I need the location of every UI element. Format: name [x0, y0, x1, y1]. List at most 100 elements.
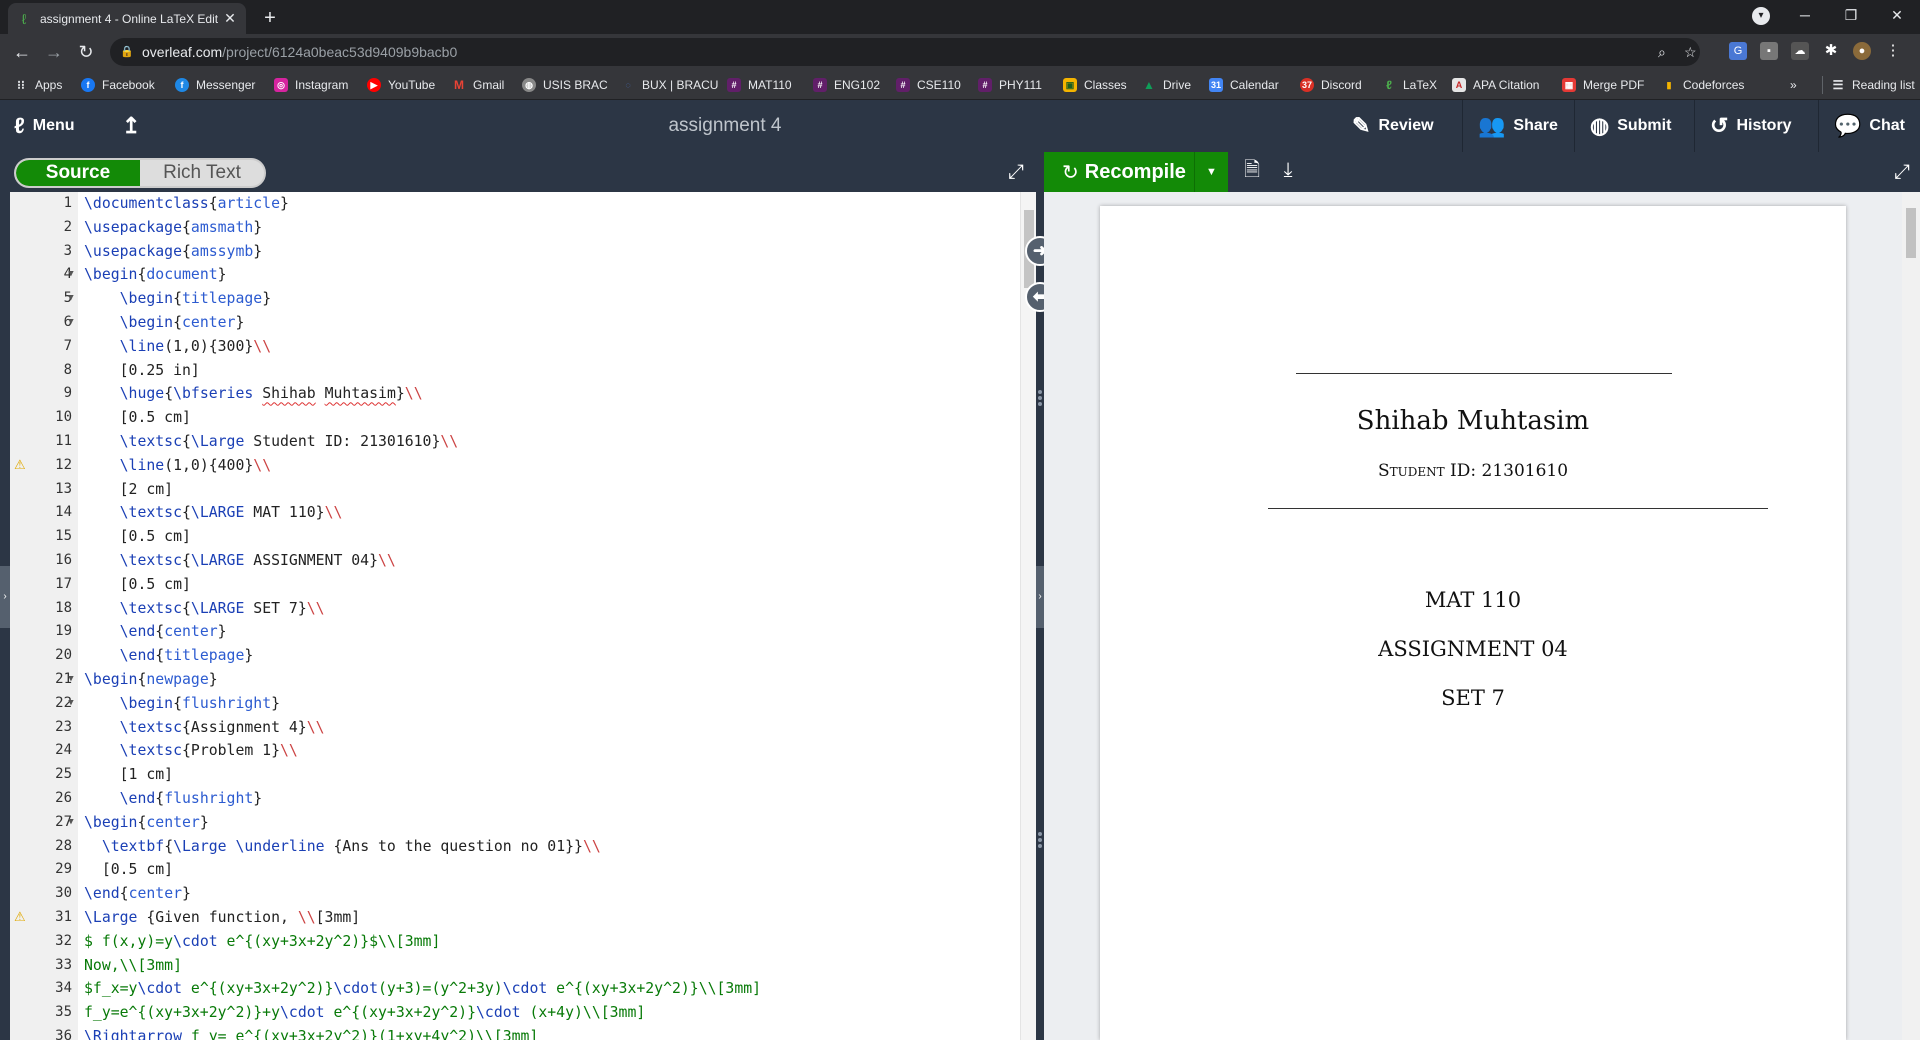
- fold-toggle-icon[interactable]: ▼: [64, 668, 78, 692]
- bookmark-phy111[interactable]: # PHY111: [978, 76, 1042, 94]
- code-line[interactable]: 17 [0.5 cm]: [10, 573, 1020, 597]
- project-title[interactable]: assignment 4: [620, 100, 830, 152]
- toggle-pdf-pane-icon[interactable]: ›: [1036, 566, 1044, 628]
- close-window-icon[interactable]: ✕: [1874, 0, 1920, 30]
- recompile-options-caret-icon[interactable]: ▼: [1194, 152, 1228, 192]
- minimize-icon[interactable]: ─: [1782, 0, 1828, 30]
- bookmark-codeforces[interactable]: ▮ Codeforces: [1662, 76, 1745, 94]
- code-line[interactable]: 10 [0.5 cm]: [10, 406, 1020, 430]
- submit-button[interactable]: ◍ Submit: [1590, 100, 1671, 152]
- code-line[interactable]: 14 \textsc{\LARGE MAT 110}\\: [10, 501, 1020, 525]
- expand-pdf-icon[interactable]: ⤢: [1890, 160, 1914, 184]
- code-line[interactable]: 33 Now,\\[3mm]: [10, 954, 1020, 978]
- bookmark-usis[interactable]: ◍ USIS BRAC: [522, 76, 608, 94]
- code-line[interactable]: 11 \textsc{\Large Student ID: 21301610}\…: [10, 430, 1020, 454]
- bookmark-bux[interactable]: ◌ BUX | BRACU: [621, 76, 718, 94]
- code-line[interactable]: 25 [1 cm]: [10, 763, 1020, 787]
- code-editor[interactable]: › 1 \documentclass{article} 2 \usepackage{a…: [0, 192, 1036, 1040]
- extensions-puzzle-icon[interactable]: ✱: [1822, 42, 1840, 60]
- bookmark-gmail[interactable]: M Gmail: [452, 76, 504, 94]
- fold-toggle-icon[interactable]: ▼: [64, 811, 78, 835]
- zoom-icon[interactable]: ⌕: [1658, 38, 1666, 66]
- extension-icon[interactable]: ▪: [1760, 42, 1778, 60]
- bookmark-merge-pdf[interactable]: ▦ Merge PDF: [1562, 76, 1644, 94]
- code-line[interactable]: 3 \usepackage{amssymb}: [10, 240, 1020, 264]
- code-line[interactable]: 27 ▼ \begin{center}: [10, 811, 1020, 835]
- tab-search-icon[interactable]: ▾: [1752, 7, 1770, 25]
- back-icon[interactable]: ←: [10, 40, 34, 64]
- bookmark-cse110[interactable]: # CSE110: [896, 76, 961, 94]
- cloud-extension-icon[interactable]: ☁: [1791, 42, 1809, 60]
- code-line[interactable]: 20 \end{titlepage}: [10, 644, 1020, 668]
- code-line[interactable]: ⚠ 12 \line(1,0){400}\\: [10, 454, 1020, 478]
- menu-button[interactable]: ℓ Menu: [14, 100, 75, 152]
- code-line[interactable]: 24 \textsc{Problem 1}\\: [10, 739, 1020, 763]
- editor-scrollbar[interactable]: [1020, 192, 1036, 1040]
- code-line[interactable]: 34 $f_x=y\cdot e^{(xy+3x+2y^2)}\cdot(y+3)…: [10, 977, 1020, 1001]
- fold-toggle-icon[interactable]: ▼: [64, 311, 78, 335]
- code-line[interactable]: 32 $ f(x,y)=y\cdot e^{(xy+3x+2y^2)}$\\[3m…: [10, 930, 1020, 954]
- code-line[interactable]: 9 \huge{\bfseries Shihab Muhtasim}\\: [10, 382, 1020, 406]
- close-tab-icon[interactable]: ✕: [222, 10, 238, 27]
- recompile-button[interactable]: ↻ Recompile ▼: [1044, 152, 1228, 192]
- expand-file-tree-icon[interactable]: ›: [0, 566, 10, 628]
- code-line[interactable]: 16 \textsc{\LARGE ASSIGNMENT 04}\\: [10, 549, 1020, 573]
- code-line[interactable]: 7 \line(1,0){300}\\: [10, 335, 1020, 359]
- bookmark-messenger[interactable]: f Messenger: [175, 76, 255, 94]
- fold-toggle-icon[interactable]: ▼: [64, 263, 78, 287]
- editor-mode-toggle[interactable]: Source Rich Text: [14, 158, 266, 188]
- browser-tab[interactable]: ℓ assignment 4 - Online LaTeX Edit ✕: [8, 3, 246, 34]
- code-line[interactable]: 15 [0.5 cm]: [10, 525, 1020, 549]
- rich-text-tab[interactable]: Rich Text: [140, 160, 264, 186]
- code-line[interactable]: 23 \textsc{Assignment 4}\\: [10, 716, 1020, 740]
- code-line[interactable]: 35 f_y=e^{(xy+3x+2y^2)}+y\cdot e^{(xy+3x+…: [10, 1001, 1020, 1025]
- chat-button[interactable]: 💬 Chat: [1834, 100, 1905, 152]
- pdf-scroll-thumb[interactable]: [1906, 208, 1916, 258]
- code-line[interactable]: 1 \documentclass{article}: [10, 192, 1020, 216]
- bookmark-latex[interactable]: ℓ LaTeX: [1382, 76, 1437, 94]
- profile-avatar-icon[interactable]: ●: [1853, 42, 1871, 60]
- pane-divider[interactable]: ➜ ⬅ ›: [1025, 192, 1055, 1040]
- forward-icon[interactable]: →: [42, 40, 66, 64]
- code-line[interactable]: 13 [2 cm]: [10, 478, 1020, 502]
- bookmark-star-icon[interactable]: ☆: [1684, 38, 1697, 66]
- code-line[interactable]: 36 \Rightarrow f_y= e^{(xy+3x+2y^2)}(1+xy…: [10, 1025, 1020, 1040]
- code-line[interactable]: 26 \end{flushright}: [10, 787, 1020, 811]
- bookmark-facebook[interactable]: f Facebook: [81, 76, 155, 94]
- bookmark-apa-citation[interactable]: A APA Citation: [1452, 76, 1539, 94]
- address-bar[interactable]: 🔒 overleaf.com/project/6124a0beac53d9409…: [110, 38, 1700, 66]
- code-line[interactable]: 21 ▼ \begin{newpage}: [10, 668, 1020, 692]
- review-button[interactable]: ✎ Review: [1352, 100, 1434, 152]
- new-tab-button[interactable]: +: [256, 6, 284, 30]
- bookmark-apps[interactable]: ⁝⁝ Apps: [14, 76, 62, 94]
- code-line[interactable]: 4 ▼ \begin{document}: [10, 263, 1020, 287]
- bookmark-classes[interactable]: ▣ Classes: [1063, 76, 1127, 94]
- bookmark-calendar[interactable]: 31 Calendar: [1209, 76, 1279, 94]
- bookmarks-overflow-button[interactable]: »: [1790, 76, 1797, 94]
- maximize-icon[interactable]: ❐: [1828, 0, 1874, 30]
- share-button[interactable]: 👥 Share: [1478, 100, 1558, 152]
- code-line[interactable]: 6 ▼ \begin{center}: [10, 311, 1020, 335]
- bookmark-drive[interactable]: ▲ Drive: [1142, 76, 1191, 94]
- history-button[interactable]: ↺ History: [1710, 100, 1792, 152]
- code-line[interactable]: 30 \end{center}: [10, 882, 1020, 906]
- pdf-scrollbar[interactable]: [1902, 192, 1920, 1040]
- bookmark-discord[interactable]: 37 Discord: [1300, 76, 1362, 94]
- reading-list-button[interactable]: ☰ Reading list: [1822, 76, 1915, 94]
- code-line[interactable]: 2 \usepackage{amsmath}: [10, 216, 1020, 240]
- code-line[interactable]: 8 [0.25 in]: [10, 359, 1020, 383]
- code-line[interactable]: ⚠ 31 \Large {Given function, \\[3mm]: [10, 906, 1020, 930]
- translate-extension-icon[interactable]: G: [1729, 42, 1747, 60]
- code-line[interactable]: 18 \textsc{\LARGE SET 7}\\: [10, 597, 1020, 621]
- reload-icon[interactable]: ↻: [74, 40, 98, 64]
- up-arrow-button[interactable]: ↥: [122, 100, 148, 152]
- bookmark-eng102[interactable]: # ENG102: [813, 76, 880, 94]
- expand-editor-icon[interactable]: ⤢: [1004, 160, 1028, 184]
- browser-menu-icon[interactable]: ⋮: [1884, 42, 1902, 60]
- code-line[interactable]: 5 ▼ \begin{titlepage}: [10, 287, 1020, 311]
- bookmark-mat110[interactable]: # MAT110: [727, 76, 792, 94]
- code-line[interactable]: 28 \textbf{\Large \underline {Ans to the…: [10, 835, 1020, 859]
- bookmark-youtube[interactable]: ▶ YouTube: [367, 76, 435, 94]
- fold-toggle-icon[interactable]: ▼: [64, 692, 78, 716]
- logs-file-icon[interactable]: 🗎: [1240, 158, 1264, 182]
